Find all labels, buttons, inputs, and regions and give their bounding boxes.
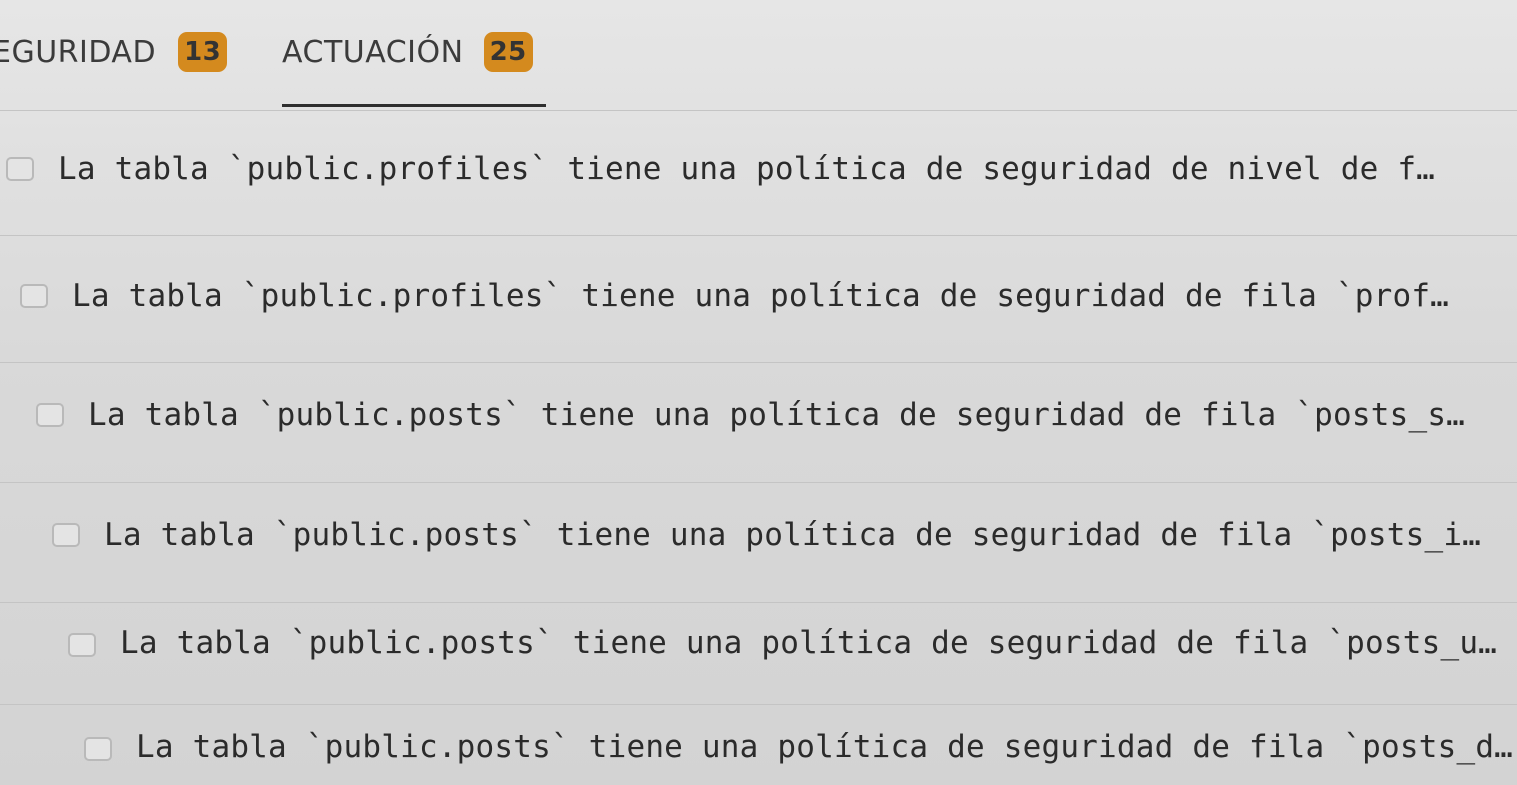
issue-text: La tabla `public.posts` tiene una políti… — [136, 729, 1514, 765]
issue-text: La tabla `public.profiles` tiene una pol… — [72, 278, 1450, 314]
tab-bar: EGURIDAD 13 ACTUACIÓN 25 — [0, 0, 1517, 108]
table-icon — [20, 284, 48, 308]
table-icon — [36, 403, 64, 427]
issue-text: La tabla `public.profiles` tiene una pol… — [58, 151, 1436, 187]
issue-text: La tabla `public.posts` tiene una políti… — [88, 397, 1466, 433]
list-item[interactable]: La tabla `public.posts` tiene una políti… — [0, 362, 1517, 482]
list-item[interactable]: La tabla `public.posts` tiene una políti… — [0, 704, 1517, 785]
table-icon — [84, 737, 112, 761]
tab-actuacion-label: ACTUACIÓN — [282, 34, 464, 70]
list-item[interactable]: La tabla `public.posts` tiene una políti… — [0, 482, 1517, 602]
tab-seguridad-count-badge: 13 — [178, 32, 228, 72]
list-item[interactable]: La tabla `public.profiles` tiene una pol… — [0, 110, 1517, 230]
tab-actuacion[interactable]: ACTUACIÓN 25 — [282, 24, 533, 80]
list-item[interactable]: La tabla `public.profiles` tiene una pol… — [0, 235, 1517, 355]
issue-text: La tabla `public.posts` tiene una políti… — [120, 625, 1498, 661]
table-icon — [68, 633, 96, 657]
table-icon — [52, 523, 80, 547]
tab-actuacion-count-badge: 25 — [483, 32, 533, 72]
tab-seguridad-label: EGURIDAD — [0, 34, 157, 70]
table-icon — [6, 157, 34, 181]
active-tab-indicator — [282, 104, 546, 107]
issue-text: La tabla `public.posts` tiene una políti… — [104, 517, 1482, 553]
tab-seguridad[interactable]: EGURIDAD 13 — [0, 24, 228, 80]
